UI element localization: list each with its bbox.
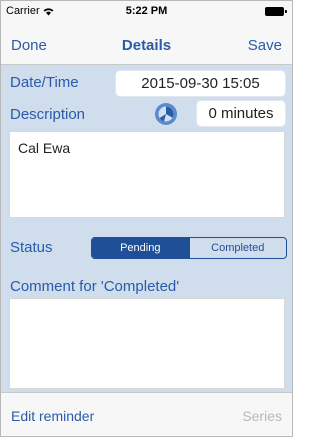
bottom-toolbar: Edit reminder Series xyxy=(1,392,292,436)
status-completed-segment[interactable]: Completed xyxy=(188,238,287,258)
comment-textarea[interactable] xyxy=(9,298,285,389)
timer-icon[interactable] xyxy=(154,102,178,126)
status-segmented-control: Pending Completed xyxy=(91,237,287,259)
datetime-field[interactable]: 2015-09-30 15:05 xyxy=(115,70,286,97)
duration-field[interactable]: 0 minutes xyxy=(196,100,286,127)
edit-reminder-button[interactable]: Edit reminder xyxy=(11,408,94,424)
comment-label: Comment for 'Completed' xyxy=(10,278,180,295)
save-button[interactable]: Save xyxy=(248,37,282,54)
status-label: Status xyxy=(10,239,53,256)
navigation-bar: Done Details Save xyxy=(1,21,292,65)
description-textarea[interactable]: Cal Ewa xyxy=(9,131,285,218)
status-pending-segment[interactable]: Pending xyxy=(92,238,189,258)
battery-icon xyxy=(265,7,287,16)
description-label: Description xyxy=(10,106,86,123)
series-button[interactable]: Series xyxy=(242,408,282,424)
details-screen: Carrier 5:22 PM Done Details Save Date/T… xyxy=(0,0,293,437)
status-time: 5:22 PM xyxy=(125,5,168,17)
status-bar: Carrier 5:22 PM xyxy=(1,1,292,21)
datetime-label: Date/Time xyxy=(10,74,79,91)
